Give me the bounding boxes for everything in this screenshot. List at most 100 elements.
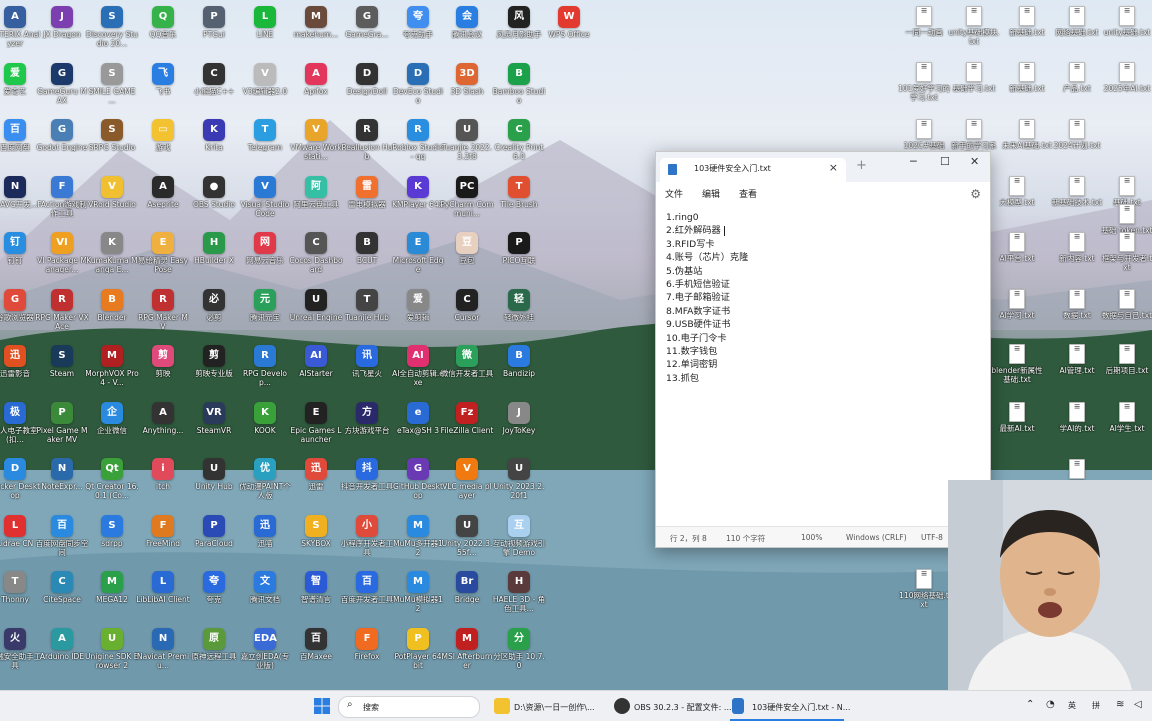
taskbar-search[interactable]: ⌕ 搜索: [338, 691, 480, 721]
desktop-icon[interactable]: 迅迅雷: [289, 454, 343, 508]
desktop-icon[interactable]: 豆豆包: [440, 228, 494, 282]
desktop-icon[interactable]: U Unity 2022.3.55f…: [440, 511, 494, 565]
desktop-icon[interactable]: C CiteSpace: [35, 567, 89, 621]
desktop-icon[interactable]: 优优动漫PAINT个人版: [238, 454, 292, 508]
desktop-icon[interactable]: B BCUT: [340, 228, 394, 282]
desktop-icon[interactable]: P ParaCloud: [187, 511, 241, 565]
desktop-icon[interactable]: M MorphVOX Pro 4 - V...: [85, 341, 139, 395]
desktop-icon[interactable]: R RPG Maker VX Ace: [35, 285, 89, 339]
desktop-icon[interactable]: R RPG Maker MV: [136, 285, 190, 339]
desktop-icon[interactable]: 迅迅喵: [238, 511, 292, 565]
encoding[interactable]: UTF-8: [921, 533, 943, 542]
desktop-icon[interactable]: Fz FileZilla Client: [440, 398, 494, 452]
desktop-icon[interactable]: 飞飞书: [136, 59, 190, 113]
desktop-icon[interactable]: V V3编辑器2.0: [238, 59, 292, 113]
new-tab-button[interactable]: +: [856, 158, 867, 173]
desktop-icon[interactable]: 文腾讯文档: [238, 567, 292, 621]
desktop-icon[interactable]: 必必剪: [187, 285, 241, 339]
desktop-text-file[interactable]: ≡ 101爱好学习的学习.txt: [897, 58, 951, 112]
desktop-icon[interactable]: 3D 3D Slash: [440, 59, 494, 113]
desktop-icon[interactable]: V VLC media player: [440, 454, 494, 508]
desktop-text-file[interactable]: ≡ unity基础.txt: [1100, 2, 1152, 56]
desktop-icon[interactable]: E Microsoft Edge: [391, 228, 445, 282]
volume-icon[interactable]: ◁: [1134, 699, 1142, 710]
desktop-icon[interactable]: M MuMu模拟器12: [391, 567, 445, 621]
start-button[interactable]: [312, 691, 332, 721]
desktop-icon[interactable]: 讯讯飞星火: [340, 341, 394, 395]
desktop-icon[interactable]: 方方块游戏平台: [340, 398, 394, 452]
desktop-icon[interactable]: S SMILE GAME ...: [85, 59, 139, 113]
desktop-icon[interactable]: Qt Qt Creator 16.0.1 (Co...: [85, 454, 139, 508]
desktop-icon[interactable]: G Godot Engine: [35, 115, 89, 169]
desktop-icon[interactable]: U Unreal Engine: [289, 285, 343, 339]
desktop-icon[interactable]: K KMPlayer 64X: [391, 172, 445, 226]
desktop-text-file[interactable]: ≡ 框架与开发者.txt: [1100, 228, 1152, 282]
desktop-icon[interactable]: VI VI Package Manager...: [35, 228, 89, 282]
desktop-text-file[interactable]: ≡ 网络基础.txt: [1050, 2, 1104, 56]
desktop-icon[interactable]: J JX Dragon: [35, 2, 89, 56]
desktop-icon[interactable]: i itch: [136, 454, 190, 508]
desktop-icon[interactable]: K KumaKuma Manga E...: [85, 228, 139, 282]
menu-file[interactable]: 文件: [665, 187, 683, 200]
desktop-text-file[interactable]: ≡ 2024计划.txt: [1050, 115, 1104, 169]
desktop-icon[interactable]: S SRPG Studio: [85, 115, 139, 169]
desktop-icon[interactable]: W WPS Office: [542, 2, 596, 56]
desktop-icon[interactable]: D DevEco Studio: [391, 59, 445, 113]
desktop-text-file[interactable]: ≡ unity基础模块.txt: [947, 2, 1001, 56]
desktop-icon[interactable]: M MuMu多开器12: [391, 511, 445, 565]
desktop-text-file[interactable]: ≡ 110网络基础.txt: [897, 565, 951, 619]
line-ending[interactable]: Windows (CRLF): [846, 533, 907, 542]
desktop-icon[interactable]: 微微信开发者工具: [440, 341, 494, 395]
desktop-icon[interactable]: T Telegram: [238, 115, 292, 169]
desktop-icon[interactable]: 百百度开发者工具: [340, 567, 394, 621]
desktop-icon[interactable]: R Roblox Studio - qq: [391, 115, 445, 169]
text-editor-area[interactable]: 1.ring0 2.红外解码器 3.RFID写卡 4.账号（芯片）克隆 5.伪基站 6.手…: [666, 211, 748, 385]
desktop-icon[interactable]: 原原神远程工具: [187, 624, 241, 678]
desktop-icon[interactable]: R RPG Develop...: [238, 341, 292, 395]
menu-edit[interactable]: 编辑: [702, 187, 720, 200]
desktop-icon[interactable]: EDA 嘉立创EDA(专业版): [238, 624, 292, 678]
desktop-text-file[interactable]: ≡ 新基础.txt: [1000, 58, 1054, 112]
desktop-icon[interactable]: Br Bridge: [440, 567, 494, 621]
taskbar-item-explorer[interactable]: D:\资源\一日一创作\...: [492, 691, 610, 721]
desktop-icon[interactable]: B Bandizip: [492, 341, 546, 395]
desktop-icon[interactable]: 夸夸克助手: [391, 2, 445, 56]
close-window-button[interactable]: ✕: [970, 155, 979, 168]
desktop-icon[interactable]: 智智谱清言: [289, 567, 343, 621]
settings-gear-icon[interactable]: ⚙: [970, 187, 981, 201]
desktop-icon[interactable]: N Navicat Premiu...: [136, 624, 190, 678]
desktop-icon[interactable]: S Discovery Studio 20...: [85, 2, 139, 56]
desktop-text-file[interactable]: ≡ 未来AI基础.txt: [1000, 115, 1054, 169]
desktop-icon[interactable]: G GameGuru MAX: [35, 59, 89, 113]
desktop-text-file[interactable]: ≡ 后期项目.txt: [1100, 340, 1152, 394]
desktop-icon[interactable]: A Aseprite: [136, 172, 190, 226]
desktop-icon[interactable]: C Cursor: [440, 285, 494, 339]
desktop-icon[interactable]: A Anything...: [136, 398, 190, 452]
desktop-icon[interactable]: G GitHub Desktop: [391, 454, 445, 508]
desktop-icon[interactable]: E Epic Games Launcher: [289, 398, 343, 452]
desktop-icon[interactable]: U Unity 2023.2.20f1: [492, 454, 546, 508]
desktop-icon[interactable]: M MEGA12: [85, 567, 139, 621]
taskbar-item-obs[interactable]: OBS 30.2.3 - 配置文件: ...: [612, 691, 732, 721]
desktop-icon[interactable]: H HAELE 3D - 角色工具...: [492, 567, 546, 621]
desktop-icon[interactable]: Mmakehum...: [289, 2, 343, 56]
desktop-icon[interactable]: R Reallusion Hub: [340, 115, 394, 169]
desktop-icon[interactable]: ● OBS Studio: [187, 172, 241, 226]
desktop-text-file[interactable]: ≡ AI学习.txt: [990, 285, 1044, 339]
minimize-button[interactable]: ─: [910, 155, 917, 168]
language-indicator[interactable]: 英: [1068, 700, 1076, 711]
desktop-icon[interactable]: 元腾讯元宝: [238, 285, 292, 339]
desktop-icon[interactable]: V VMware Workstati...: [289, 115, 343, 169]
zoom-level[interactable]: 100%: [801, 533, 822, 542]
desktop-text-file[interactable]: ≡ 基础学习.txt: [947, 58, 1001, 112]
desktop-icon[interactable]: P PTGui: [187, 2, 241, 56]
desktop-icon[interactable]: S SKYBOX: [289, 511, 343, 565]
desktop-text-file[interactable]: ≡ 数据与自己.txt: [1100, 285, 1152, 339]
desktop-icon[interactable]: A Apifox: [289, 59, 343, 113]
desktop-text-file[interactable]: ≡ 新基础技术.txt: [1050, 172, 1104, 226]
desktop-icon[interactable]: J JoyToKey: [492, 398, 546, 452]
desktop-icon[interactable]: P Pixel Game Maker MV: [35, 398, 89, 452]
desktop-icon[interactable]: C Cocos Dashboard: [289, 228, 343, 282]
maximize-button[interactable]: ☐: [940, 155, 950, 168]
desktop-icon[interactable]: T Tuanjie Hub: [340, 285, 394, 339]
